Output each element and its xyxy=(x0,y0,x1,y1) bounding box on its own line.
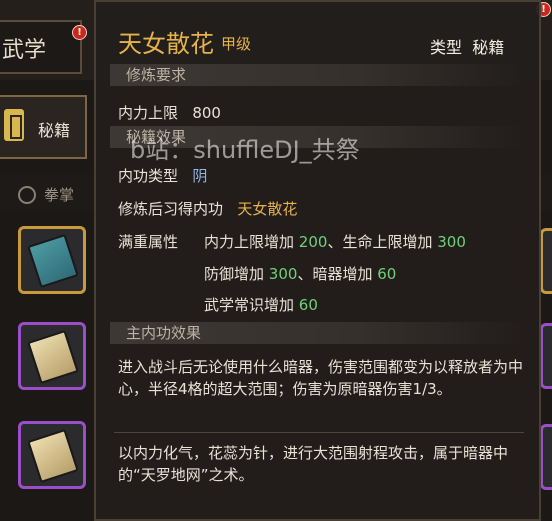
book-category-icon xyxy=(4,109,24,141)
tab-martial-arts[interactable]: 武学 xyxy=(0,20,82,74)
book-slot-right-2[interactable] xyxy=(540,323,552,389)
filter-label-fist: 拳掌 xyxy=(44,186,75,204)
divider xyxy=(114,432,524,433)
book-icon xyxy=(27,233,79,289)
attr-label: 武学常识增加 xyxy=(204,296,295,314)
book-icon xyxy=(27,329,79,385)
tab-martial-arts-label: 武学 xyxy=(2,38,47,63)
learn-row: 修炼后习得内功 天女散花 xyxy=(118,198,297,219)
main-effect-text: 进入战斗后无论使用什么暗器，伤害范围都变为以释放者为中心，半径4格的超大范围；伤… xyxy=(118,358,524,398)
section-main-internal: 主内功效果 xyxy=(110,322,524,344)
sidebar-item-secret-books[interactable]: 秘籍 xyxy=(0,95,87,159)
attr-label: 防御增加 xyxy=(204,265,265,283)
item-grade: 甲级 xyxy=(221,35,252,53)
item-type-label: 类型 xyxy=(430,38,463,57)
attr-label: 、暗器增加 xyxy=(297,265,373,283)
item-type: 类型 秘籍 xyxy=(430,34,504,58)
internal-type-label: 内功类型 xyxy=(118,167,179,185)
requirement-row: 内力上限 800 xyxy=(118,102,221,123)
attr-value: 60 xyxy=(298,296,318,314)
book-slot-right-3[interactable] xyxy=(540,424,552,490)
attr-row-3: 武学常识增加 60 xyxy=(204,294,318,315)
book-slot-2[interactable] xyxy=(18,322,86,390)
internal-type-row: 内功类型 阴 xyxy=(118,165,207,186)
attr-label: 内力上限增加 xyxy=(204,233,295,251)
attr-row-2: 防御增加 300、暗器增加 60 xyxy=(204,263,396,284)
attr-value: 300 xyxy=(437,233,466,251)
attr-value: 300 xyxy=(268,265,298,283)
book-slot-right-1[interactable] xyxy=(540,228,552,294)
learn-label: 修炼后习得内功 xyxy=(118,200,224,218)
section-requirements: 修炼要求 xyxy=(110,64,524,86)
attr-value: 60 xyxy=(377,265,397,283)
book-slot-1[interactable] xyxy=(18,226,86,294)
filter-radio-fist[interactable] xyxy=(18,186,36,204)
full-attr-label: 满重属性 xyxy=(118,233,179,251)
watermark: b站：shuffleDJ_共祭 xyxy=(130,136,360,164)
flavor-text: 以内力化气，花蕊为针，进行大范围射程攻击，属于暗器中的“天罗地网”之术。 xyxy=(118,444,509,484)
attr-label: 、生命上限增加 xyxy=(327,233,433,251)
attr-row-1: 内力上限增加 200、生命上限增加 300 xyxy=(204,231,466,252)
item-tooltip: 天女散花 甲级 类型 秘籍 修炼要求 内力上限 800 秘籍效果 内功类型 阴 … xyxy=(94,0,541,521)
requirement-label: 内力上限 xyxy=(118,104,179,122)
requirement-value: 800 xyxy=(192,104,221,122)
learn-value: 天女散花 xyxy=(237,200,298,218)
sidebar-item-label: 秘籍 xyxy=(38,121,71,140)
attr-value: 200 xyxy=(298,233,328,251)
book-icon xyxy=(27,428,79,484)
item-type-value: 秘籍 xyxy=(472,38,505,57)
item-title: 天女散花 xyxy=(118,30,214,58)
book-slot-3[interactable] xyxy=(18,421,86,489)
notification-badge-icon: ! xyxy=(72,25,87,40)
internal-type-value: 阴 xyxy=(192,167,208,185)
